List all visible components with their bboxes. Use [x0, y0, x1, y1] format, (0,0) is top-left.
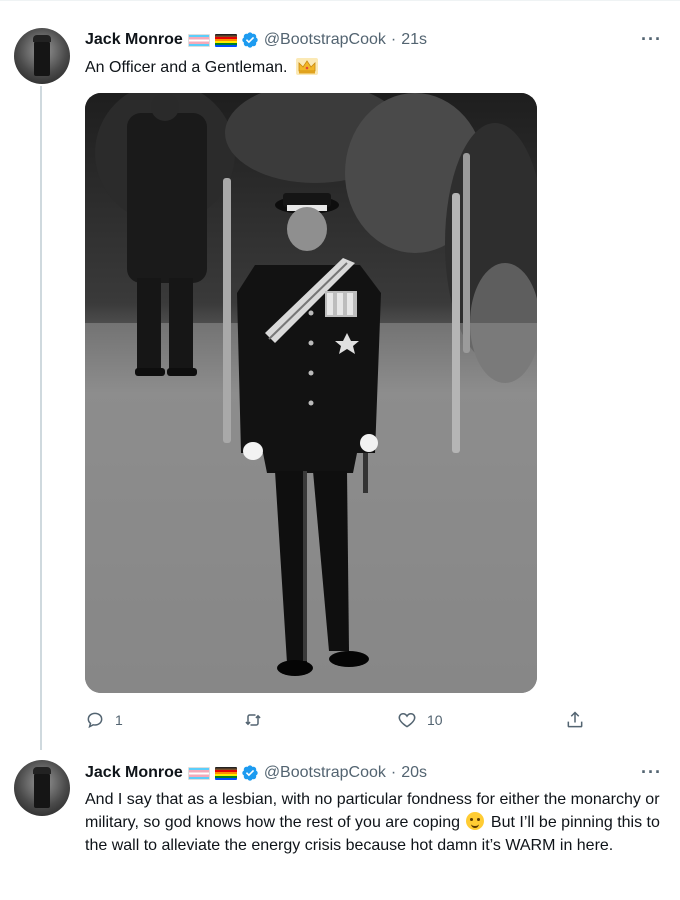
avatar-cap [33, 767, 51, 774]
share-icon [567, 711, 583, 728]
tweet-1[interactable]: Jack Monroe @BootstrapCook · 21s ··· An … [0, 0, 680, 750]
avatar[interactable] [14, 760, 70, 816]
tweet-actions: 1 10 [85, 710, 605, 734]
share-button[interactable] [565, 710, 585, 730]
reply-count: 1 [115, 712, 123, 728]
trans-flag-icon [187, 766, 210, 780]
tweet-text: And I say that as a lesbian, with no par… [85, 788, 665, 857]
author-handle[interactable]: @BootstrapCook [264, 31, 386, 49]
tweet-text-content: An Officer and a Gentleman. [85, 59, 288, 76]
more-options-icon[interactable]: ··· [641, 29, 662, 50]
tweet-2[interactable]: Jack Monroe @BootstrapCook · 20s ··· And… [0, 750, 680, 900]
reply-button[interactable]: 1 [85, 710, 123, 730]
author-name[interactable]: Jack Monroe [85, 764, 183, 782]
photo-illustration [85, 93, 537, 693]
avatar[interactable] [14, 28, 70, 84]
heart-icon [398, 712, 416, 728]
winking-tongue-face-icon [466, 812, 485, 830]
separator-dot: · [390, 764, 397, 781]
author-handle[interactable]: @BootstrapCook [264, 764, 386, 782]
avatar-figure [34, 770, 50, 808]
crown-icon [295, 58, 318, 75]
separator-dot: · [390, 31, 397, 48]
verified-badge-icon [242, 32, 258, 48]
tweet-header: Jack Monroe @BootstrapCook · 21s [85, 29, 427, 51]
tweet-photo[interactable] [85, 93, 537, 693]
timestamp[interactable]: 21s [401, 31, 427, 49]
retweet-icon [245, 714, 261, 726]
reply-icon [87, 712, 103, 729]
trans-flag-icon [187, 33, 210, 47]
like-button[interactable]: 10 [397, 710, 443, 730]
verified-badge-icon [242, 765, 258, 781]
tweet-header: Jack Monroe @BootstrapCook · 20s [85, 762, 427, 784]
avatar-figure [34, 38, 50, 76]
pride-flag-icon [214, 766, 237, 780]
tweet-text: An Officer and a Gentleman. [85, 56, 665, 79]
like-count: 10 [427, 712, 443, 728]
author-name[interactable]: Jack Monroe [85, 31, 183, 49]
timestamp[interactable]: 20s [401, 764, 427, 782]
more-options-icon[interactable]: ··· [641, 762, 662, 783]
retweet-button[interactable] [243, 710, 273, 730]
avatar-cap [33, 35, 51, 42]
pride-flag-icon [214, 33, 237, 47]
